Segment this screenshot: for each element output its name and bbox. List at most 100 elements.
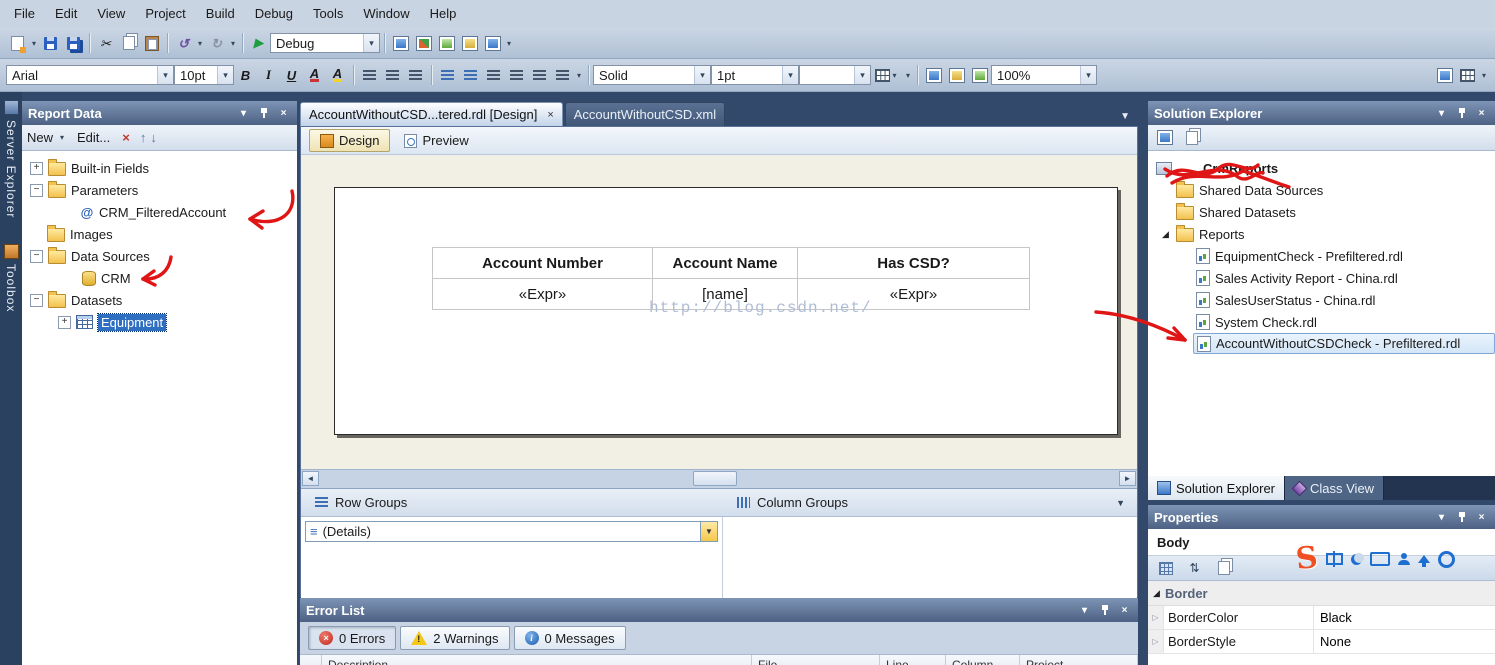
tree-item-shared-datasets[interactable]: Shared Datasets xyxy=(1148,201,1495,223)
scroll-right-button[interactable]: ► xyxy=(1119,471,1136,486)
severity-column-header[interactable] xyxy=(300,655,322,665)
line-column-header[interactable]: Line xyxy=(880,655,946,665)
right-tool-button-1[interactable] xyxy=(1433,64,1456,86)
scroll-left-button[interactable]: ◄ xyxy=(302,471,319,486)
chevron-down-icon[interactable]: ▾ xyxy=(57,133,67,142)
tree-item-report-sales-activity[interactable]: Sales Activity Report - China.rdl xyxy=(1148,267,1495,289)
property-pages-button[interactable] xyxy=(1212,557,1235,579)
layout-tool-button-1[interactable] xyxy=(922,64,945,86)
undo-dropdown-icon[interactable]: ▾ xyxy=(195,39,205,48)
alphabetical-button[interactable]: ⇅ xyxy=(1183,557,1206,579)
tree-item-shared-data-sources[interactable]: Shared Data Sources xyxy=(1148,179,1495,201)
report-tool-button-5[interactable] xyxy=(481,32,504,54)
solution-configurations-combo[interactable]: Debug ▾ xyxy=(270,33,380,53)
new-item-dropdown-icon[interactable]: ▾ xyxy=(29,39,39,48)
menu-build[interactable]: Build xyxy=(196,0,245,28)
chevron-down-icon[interactable]: ▾ xyxy=(694,66,710,84)
tree-item-parameters[interactable]: − Parameters xyxy=(22,179,297,201)
report-tool-button-4[interactable] xyxy=(458,32,481,54)
tab-design-document[interactable]: AccountWithoutCSD...tered.rdl [Design] × xyxy=(300,102,563,126)
zoom-combo[interactable]: 100% ▾ xyxy=(991,65,1097,85)
menu-view[interactable]: View xyxy=(87,0,135,28)
align-center-button[interactable] xyxy=(381,64,404,86)
border-style-combo[interactable]: Solid ▾ xyxy=(593,65,711,85)
right-tool-button-2[interactable] xyxy=(1456,64,1479,86)
tree-item-report-salesuserstatus[interactable]: SalesUserStatus - China.rdl xyxy=(1148,289,1495,311)
tab-class-view[interactable]: Class View xyxy=(1285,476,1385,500)
tree-item-data-sources[interactable]: − Data Sources xyxy=(22,245,297,267)
tab-design-view[interactable]: Design xyxy=(309,129,391,152)
chevron-down-icon[interactable]: ▾ xyxy=(890,71,900,80)
messages-filter-button[interactable]: i 0 Messages xyxy=(513,626,626,650)
tablix-header-cell[interactable]: Account Number xyxy=(433,248,653,279)
collapse-icon[interactable]: − xyxy=(30,249,43,263)
chevron-down-icon[interactable]: ▾ xyxy=(854,66,870,84)
tablix-header-cell[interactable]: Account Name xyxy=(653,248,798,279)
toolbar-options-dropdown-icon[interactable]: ▾ xyxy=(574,71,584,80)
property-value[interactable]: None xyxy=(1314,630,1495,653)
report-tool-button-2[interactable] xyxy=(412,32,435,54)
pin-icon[interactable] xyxy=(1097,603,1112,617)
property-row-borderstyle[interactable]: ▷ BorderStyle None xyxy=(1148,630,1495,654)
menu-tools[interactable]: Tools xyxy=(303,0,353,28)
horizontal-scrollbar[interactable]: ◄ ► xyxy=(301,469,1137,488)
collapse-icon[interactable]: − xyxy=(30,183,43,197)
numbered-list-button[interactable] xyxy=(436,64,459,86)
toolbar-options-dropdown-icon[interactable]: ▾ xyxy=(903,71,913,80)
chevron-down-icon[interactable]: ▾ xyxy=(363,34,379,52)
close-icon[interactable]: × xyxy=(1474,510,1489,524)
pin-icon[interactable] xyxy=(1454,510,1469,524)
bold-button[interactable]: B xyxy=(234,64,257,86)
window-position-icon[interactable]: ▾ xyxy=(1434,106,1449,120)
expand-property-icon[interactable]: ▷ xyxy=(1148,606,1164,629)
tree-item-report-accountwithoutcsdcheck[interactable]: AccountWithoutCSDCheck - Prefiltered.rdl xyxy=(1193,333,1495,354)
move-up-button[interactable]: ↑ xyxy=(140,130,147,145)
bullet-list-button[interactable] xyxy=(459,64,482,86)
align-left-button[interactable] xyxy=(358,64,381,86)
categorized-button[interactable] xyxy=(1154,557,1177,579)
close-icon[interactable]: × xyxy=(1474,106,1489,120)
highlight-color-button[interactable]: A xyxy=(326,64,349,86)
column-groups-list[interactable] xyxy=(723,517,1137,600)
indent-options-button-2[interactable] xyxy=(551,64,574,86)
collapse-icon[interactable]: − xyxy=(30,293,43,307)
tab-xml-document[interactable]: AccountWithoutCSD.xml xyxy=(564,102,726,126)
tablix-data-cell[interactable]: «Expr» xyxy=(433,279,653,310)
file-column-header[interactable]: File xyxy=(752,655,880,665)
layout-tool-button-2[interactable] xyxy=(945,64,968,86)
new-button[interactable]: New xyxy=(27,130,53,145)
warnings-filter-button[interactable]: ! 2 Warnings xyxy=(400,626,510,650)
tab-solution-explorer[interactable]: Solution Explorer xyxy=(1148,476,1285,500)
window-position-icon[interactable]: ▾ xyxy=(236,106,251,120)
expand-property-icon[interactable]: ▷ xyxy=(1148,630,1164,653)
tree-item-report-equipmentcheck[interactable]: EquipmentCheck - Prefiltered.rdl xyxy=(1148,245,1495,267)
expanded-icon[interactable]: ◢ xyxy=(1151,588,1162,599)
tree-item-crm-filteredaccount[interactable]: @ CRM_FilteredAccount xyxy=(22,201,297,223)
align-right-button[interactable] xyxy=(404,64,427,86)
tree-item-built-in-fields[interactable]: + Built-in Fields xyxy=(22,157,297,179)
tab-preview-view[interactable]: Preview xyxy=(394,130,478,151)
report-tool-button-1[interactable] xyxy=(389,32,412,54)
description-column-header[interactable]: Description xyxy=(322,655,752,665)
font-color-button[interactable]: A xyxy=(303,64,326,86)
tree-item-equipment[interactable]: + Equipment xyxy=(22,311,297,333)
tablix-header-cell[interactable]: Has CSD? xyxy=(798,248,1030,279)
border-color-combo[interactable]: ▾ xyxy=(799,65,871,85)
chevron-down-icon[interactable]: ▾ xyxy=(782,66,798,84)
save-button[interactable] xyxy=(39,32,62,54)
scrollbar-thumb[interactable] xyxy=(693,471,737,486)
design-surface[interactable]: Account Number Account Name Has CSD? «Ex… xyxy=(301,155,1137,469)
property-row-bordercolor[interactable]: ▷ BorderColor Black xyxy=(1148,606,1495,630)
window-position-icon[interactable]: ▾ xyxy=(1077,603,1092,617)
close-icon[interactable]: × xyxy=(1117,603,1132,617)
underline-button[interactable]: U xyxy=(280,64,303,86)
tree-item-crm[interactable]: CRM xyxy=(22,267,297,289)
delete-button[interactable]: × xyxy=(122,130,130,145)
menu-window[interactable]: Window xyxy=(353,0,419,28)
move-down-button[interactable]: ↓ xyxy=(150,130,157,145)
undo-button[interactable]: ↺ xyxy=(172,32,195,54)
font-family-combo[interactable]: Arial ▾ xyxy=(6,65,174,85)
active-files-dropdown-icon[interactable]: ▼ xyxy=(1120,111,1138,126)
grouping-options-dropdown-icon[interactable]: ▼ xyxy=(1116,498,1125,508)
show-all-files-button[interactable] xyxy=(1180,127,1203,149)
